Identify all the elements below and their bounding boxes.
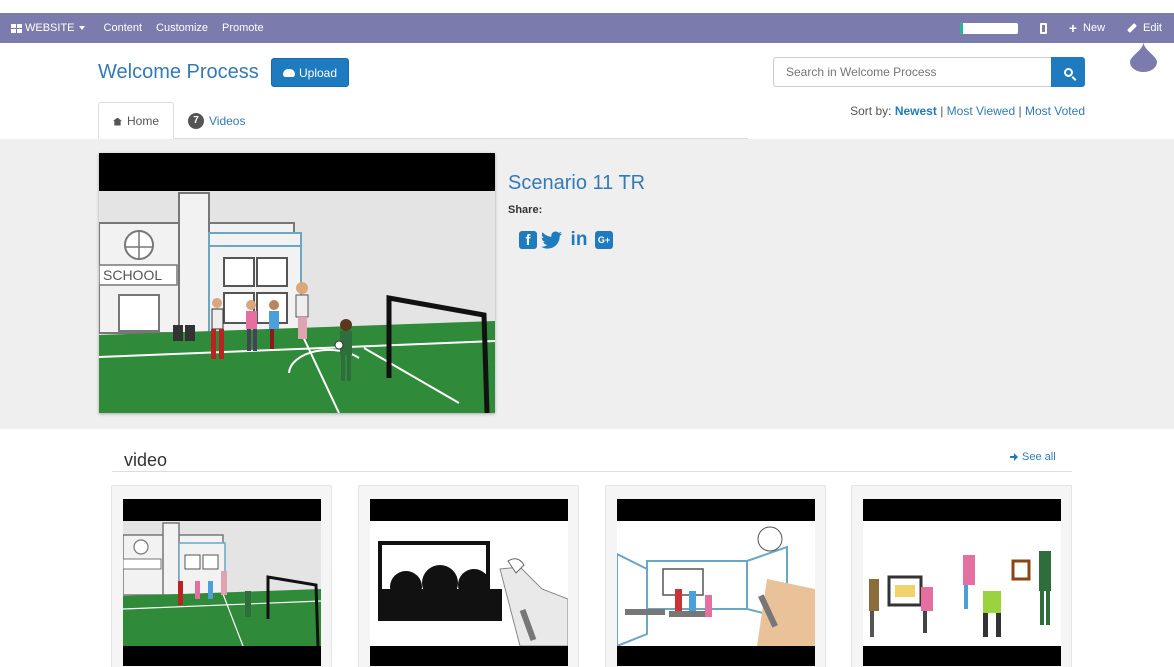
- tab-home[interactable]: Home: [98, 102, 174, 139]
- home-icon: [112, 117, 122, 126]
- cloud-upload-icon: [283, 68, 295, 77]
- caret-down-icon: [78, 26, 85, 30]
- featured-video-title[interactable]: Scenario 11 TR: [508, 172, 645, 195]
- edit-button[interactable]: Edit: [1127, 22, 1162, 34]
- sort-label: Sort by:: [850, 104, 892, 118]
- video-thumbnail: [370, 499, 568, 666]
- new-button[interactable]: + New: [1069, 20, 1105, 36]
- search-input[interactable]: [773, 57, 1052, 87]
- google-plus-icon[interactable]: G+: [595, 231, 613, 249]
- page-title: Welcome Process: [98, 61, 259, 83]
- video-card[interactable]: [111, 485, 332, 667]
- section-divider: [112, 471, 1072, 472]
- video-thumbnail: [863, 499, 1061, 666]
- mobile-preview-icon[interactable]: [1039, 22, 1047, 34]
- menu-customize[interactable]: Customize: [156, 22, 208, 34]
- upload-button-label: Upload: [299, 65, 338, 80]
- apps-grid-icon: [11, 23, 22, 33]
- tab-videos[interactable]: 7 Videos: [188, 102, 245, 139]
- sort-options: Sort by: Newest | Most Viewed | Most Vot…: [850, 104, 1085, 118]
- search-icon: [1063, 67, 1073, 77]
- share-label: Share:: [508, 204, 543, 216]
- admin-top-bar: WEBSITE Content Customize Promote + New …: [0, 13, 1174, 43]
- see-all-link[interactable]: See all: [1010, 451, 1056, 463]
- plus-icon: +: [1068, 20, 1078, 36]
- video-card[interactable]: [358, 485, 579, 667]
- pencil-icon: [1127, 23, 1137, 33]
- video-card[interactable]: [851, 485, 1072, 667]
- menu-content[interactable]: Content: [104, 22, 143, 34]
- edit-drop-indicator-icon: [1130, 42, 1157, 72]
- see-all-label: See all: [1022, 451, 1056, 463]
- onboarding-progress-bar[interactable]: [959, 22, 1018, 34]
- videos-count-badge: 7: [188, 112, 204, 129]
- video-thumbnail: [123, 499, 321, 666]
- website-menu-label: WEBSITE: [25, 22, 75, 34]
- progress-fill: [959, 22, 963, 34]
- sort-separator: |: [940, 104, 944, 118]
- share-icons: f in G+: [519, 229, 617, 251]
- new-button-label: New: [1083, 22, 1106, 34]
- website-menu[interactable]: WEBSITE: [11, 22, 85, 34]
- twitter-icon[interactable]: [541, 231, 563, 249]
- edit-button-label: Edit: [1143, 22, 1162, 34]
- school-sign-text: SCHOOL: [103, 267, 162, 283]
- facebook-icon[interactable]: f: [519, 231, 537, 249]
- sort-newest-link[interactable]: Newest: [895, 104, 937, 118]
- menu-promote[interactable]: Promote: [222, 22, 264, 34]
- featured-video-player[interactable]: SCHOOL: [99, 153, 495, 413]
- search-button[interactable]: [1051, 57, 1085, 87]
- tab-videos-label: Videos: [209, 113, 246, 128]
- sort-most-viewed-link[interactable]: Most Viewed: [947, 104, 1015, 118]
- tab-home-label: Home: [126, 113, 159, 128]
- channel-tabs: Home 7 Videos: [98, 102, 748, 139]
- arrow-right-icon: [1010, 453, 1018, 461]
- linkedin-icon[interactable]: in: [567, 229, 591, 251]
- video-card[interactable]: [605, 485, 826, 667]
- video-thumbnail: [617, 499, 815, 666]
- sort-separator: |: [1018, 104, 1022, 118]
- upload-button[interactable]: Upload: [271, 58, 350, 87]
- section-title: video: [124, 450, 168, 470]
- sort-most-voted-link[interactable]: Most Voted: [1025, 104, 1085, 118]
- featured-video-thumbnail: SCHOOL: [99, 153, 495, 413]
